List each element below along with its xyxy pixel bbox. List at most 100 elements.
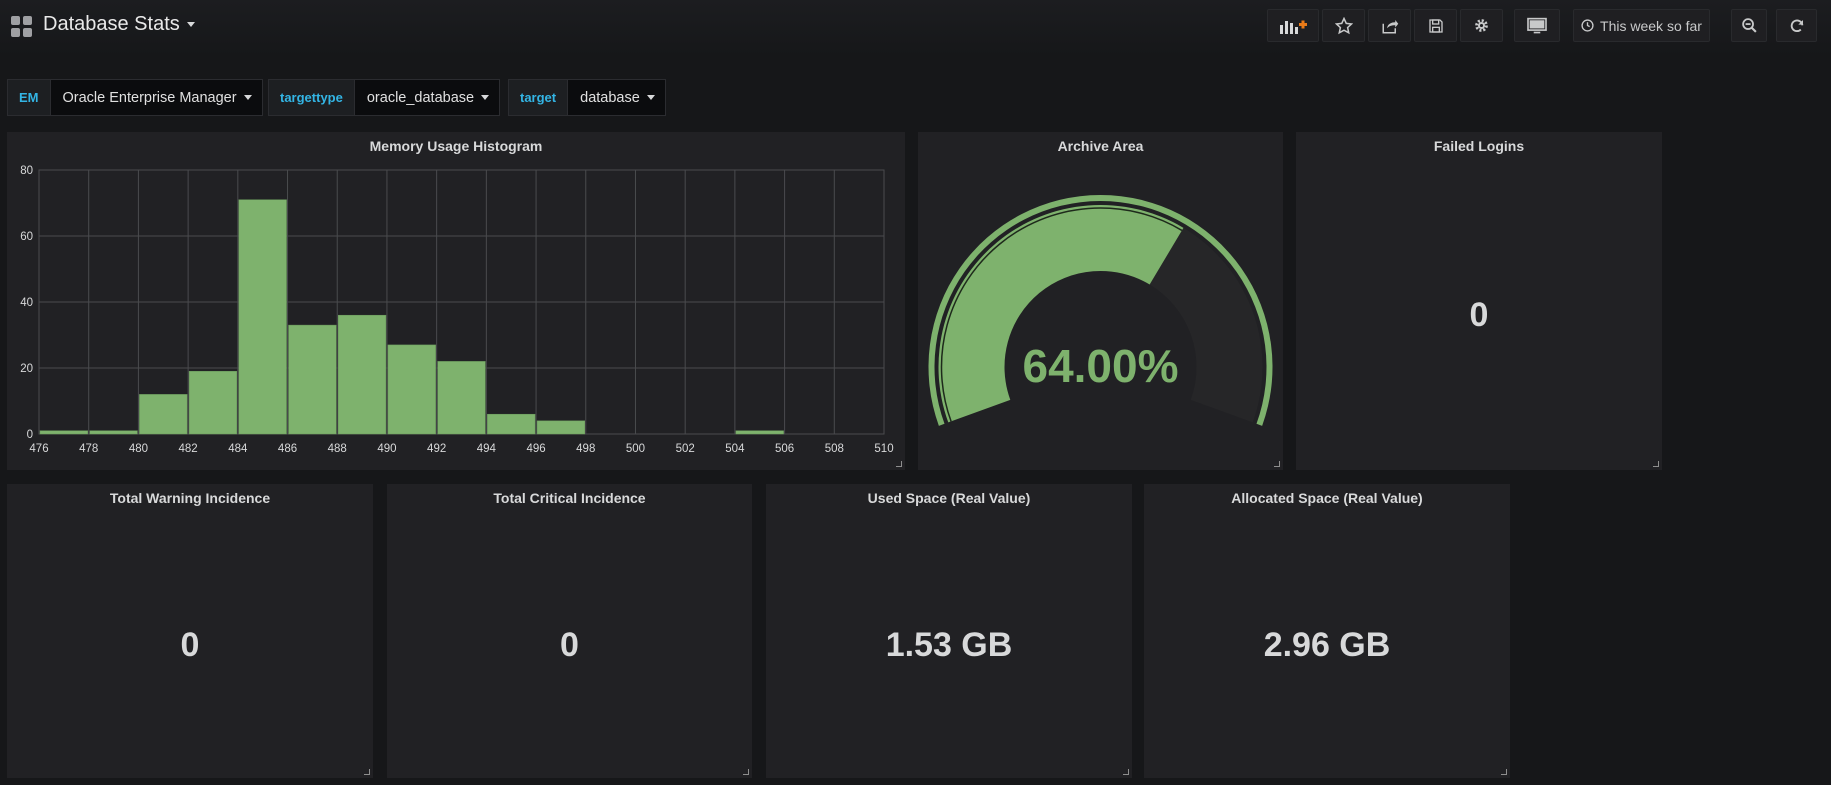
dashboard-title-picker[interactable]: Database Stats [43,13,195,36]
archive-area-panel[interactable]: Archive Area 64.00% [918,132,1283,470]
panel-title: Total Warning Incidence [109,490,271,506]
panel-title: Failed Logins [1433,138,1525,154]
add-panel-icon [1280,20,1307,34]
caret-down-icon [481,95,490,100]
variable-em-dropdown[interactable]: Oracle Enterprise Manager [50,79,263,116]
stat-value: 0 [1469,296,1489,334]
panel-resize-handle[interactable] [896,461,902,467]
variable-value: database [580,89,640,106]
add-panel-button[interactable] [1267,9,1319,42]
total-critical-panel[interactable]: Total Critical Incidence 0 [387,484,752,778]
histogram-bar [238,199,287,435]
share-icon [1382,19,1398,33]
stat-value: 0 [180,626,200,664]
y-tick-label: 40 [20,297,33,309]
histogram-bar [89,430,138,435]
monitor-icon [1527,17,1547,33]
x-tick-label: 490 [377,443,396,455]
panel-resize-handle[interactable] [743,769,749,775]
x-tick-label: 482 [179,443,198,455]
settings-button[interactable] [1460,9,1503,42]
panel-resize-handle[interactable] [1501,769,1507,775]
histogram-bar [487,413,536,435]
x-tick-label: 502 [676,443,695,455]
histogram-bar [437,361,486,435]
dashboard-grid-icon[interactable] [11,16,32,37]
archive-gauge: 64.00% [928,194,1273,426]
x-tick-label: 508 [825,443,844,455]
x-tick-label: 478 [79,443,98,455]
variable-target-dropdown[interactable]: database [568,79,666,116]
refresh-button[interactable] [1776,9,1817,42]
variable-target: target database [508,79,666,116]
gauge-value-label: 64.00% [1022,340,1178,392]
histogram-bar [536,420,586,435]
variable-label: targettype [268,79,355,116]
variable-value: oracle_database [366,89,475,106]
x-tick-label: 492 [427,443,446,455]
y-tick-label: 20 [20,363,33,375]
histogram-bar [39,430,88,435]
save-button[interactable] [1414,9,1457,42]
panel-resize-handle[interactable] [1123,769,1129,775]
panel-title: Total Critical Incidence [493,490,646,506]
gear-icon [1475,19,1488,32]
panel-title: Allocated Space (Real Value) [1231,490,1423,506]
zoom-out-icon [1741,18,1757,33]
memory-histogram-panel[interactable]: Memory Usage Histogram 0 20 40 60 80 476 478 48… [7,132,905,470]
x-tick-label: 488 [328,443,347,455]
save-icon [1428,18,1443,33]
used-space-panel[interactable]: Used Space (Real Value) 1.53 GB [766,484,1132,778]
time-range-picker[interactable]: This week so far [1573,9,1710,42]
variable-value: Oracle Enterprise Manager [62,89,237,106]
caret-down-icon [186,22,195,28]
stat-value: 0 [560,626,579,664]
histogram-bar [188,371,238,435]
x-tick-label: 506 [775,443,794,455]
total-warning-panel[interactable]: Total Warning Incidence 0 [7,484,373,778]
histogram-bar [387,344,436,435]
panel-resize-handle[interactable] [1653,461,1659,467]
variable-targettype: targettype oracle_database [268,79,501,116]
x-tick-label: 476 [29,443,48,455]
dashboard-title: Database Stats [43,13,180,35]
stat-value: 2.96 GB [1263,626,1391,664]
x-tick-label: 486 [278,443,297,455]
time-range-label: This week so far [1600,17,1702,34]
zoom-out-button[interactable] [1731,9,1767,42]
tv-mode-button[interactable] [1514,9,1560,42]
gauge-background-arc [1149,227,1263,423]
refresh-icon [1790,19,1803,32]
x-tick-label: 480 [129,443,148,455]
top-navbar: Database Stats This week so far [0,0,1831,56]
stat-value: 1.53 GB [885,626,1013,664]
x-tick-label: 504 [725,443,745,455]
variable-label: EM [7,79,51,116]
histogram-bar [139,394,188,435]
x-tick-label: 484 [228,443,248,455]
x-tick-label: 500 [626,443,645,455]
panel-resize-handle[interactable] [1274,461,1280,467]
y-tick-label: 0 [27,429,33,441]
star-button[interactable] [1322,9,1365,42]
caret-down-icon [646,95,655,100]
histogram-bar [337,314,387,435]
variable-label: target [508,79,569,116]
x-tick-label: 496 [526,443,545,455]
star-icon [1334,16,1353,34]
variable-em: EM Oracle Enterprise Manager [7,79,263,116]
caret-down-icon [243,95,252,100]
y-tick-label: 80 [20,165,33,177]
x-tick-label: 498 [576,443,595,455]
share-button[interactable] [1368,9,1411,42]
y-tick-label: 60 [20,231,33,243]
variable-targettype-dropdown[interactable]: oracle_database [354,79,501,116]
histogram-chart: 0 20 40 60 80 476 478 480 482 484 486 488 490 492 494 4… [20,165,893,455]
histogram-bar [288,324,337,435]
panel-title: Used Space (Real Value) [867,490,1031,506]
allocated-space-panel[interactable]: Allocated Space (Real Value) 2.96 GB [1144,484,1510,778]
clock-icon [1581,19,1594,32]
x-tick-label: 494 [477,443,497,455]
failed-logins-panel[interactable]: Failed Logins 0 [1296,132,1662,470]
panel-resize-handle[interactable] [364,769,370,775]
